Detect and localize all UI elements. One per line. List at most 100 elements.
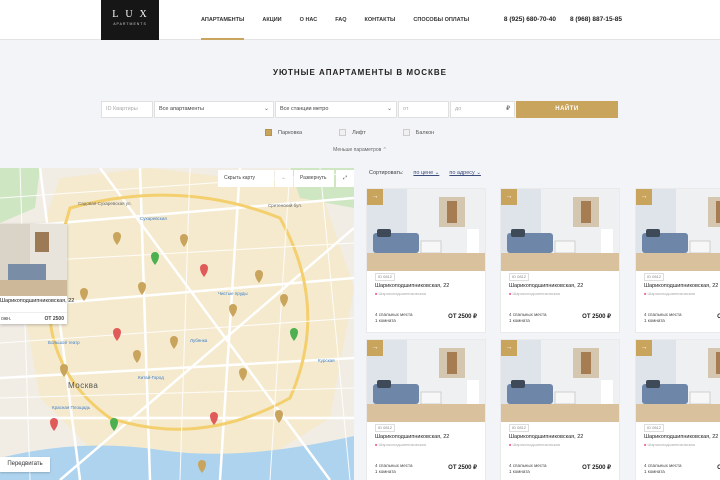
map-pins bbox=[50, 232, 298, 473]
apartment-photo[interactable]: → bbox=[501, 340, 619, 422]
phone-2[interactable]: 8 (968) 887-15-85 bbox=[570, 0, 622, 40]
expand-map-button[interactable]: Развернуть bbox=[294, 170, 334, 187]
apartment-capacity: 4 спальных места 1 комната bbox=[509, 312, 547, 324]
apartment-card[interactable]: → ID 0812 Шарикоподшипниковская, 22 Шари… bbox=[500, 339, 620, 480]
expand-icon[interactable]: ⤢ bbox=[336, 170, 354, 187]
price-to-placeholder: до bbox=[455, 106, 462, 112]
arrow-right-icon[interactable]: → bbox=[367, 340, 383, 356]
nav-promotions[interactable]: АКЦИИ bbox=[262, 0, 281, 40]
apartment-capacity: 4 спальных места 1 комната bbox=[644, 312, 682, 324]
apartment-card[interactable]: → ID 0812 Шарикоподшипниковская, 22 Шари… bbox=[500, 188, 620, 333]
currency-symbol: ₽ bbox=[506, 106, 510, 112]
arrow-right-icon[interactable]: → bbox=[367, 189, 383, 205]
sort-bar: Сортировать: по цене ⌄ по адресу ⌄ bbox=[369, 170, 481, 176]
apartment-id-input[interactable]: ID Квартиры bbox=[101, 101, 153, 118]
nav-faq[interactable]: FAQ bbox=[335, 0, 346, 40]
apartment-photo-image bbox=[367, 340, 485, 422]
hide-map-button[interactable]: Скрыть карту bbox=[218, 170, 274, 187]
apartment-price: ОТ 2500 ₽ bbox=[582, 314, 611, 320]
arrow-right-icon[interactable]: → bbox=[501, 189, 517, 205]
parking-checkbox[interactable] bbox=[265, 129, 272, 136]
phone-1[interactable]: 8 (925) 680-70-40 bbox=[504, 0, 556, 40]
apartment-title[interactable]: Шарикоподшипниковская, 22 bbox=[644, 283, 718, 289]
apartment-card[interactable]: → ID 0812 Шарикоподшипниковская, 22 Шари… bbox=[635, 339, 720, 480]
apartment-card[interactable]: → ID 0812 Шарикоподшипниковская, 22 Шари… bbox=[366, 339, 486, 480]
elevator-checkbox[interactable] bbox=[339, 129, 347, 136]
apartment-photo[interactable]: → bbox=[367, 189, 485, 271]
apartment-metro: Шарикоподшипниковская bbox=[375, 291, 426, 296]
apartment-rooms: 1 комната bbox=[644, 318, 665, 323]
apartment-id: ID 0812 bbox=[644, 273, 665, 281]
apartment-capacity: 4 спальных места 1 комната bbox=[375, 463, 413, 475]
apartment-photo[interactable]: → bbox=[636, 340, 720, 422]
nav-contacts[interactable]: КОНТАКТЫ bbox=[365, 0, 396, 40]
parking-label: Парковка bbox=[278, 129, 303, 136]
top-header: LUX APARTMENTS АПАРТАМЕНТЫ АКЦИИ О НАС F… bbox=[0, 0, 720, 40]
map[interactable]: Садовая-Сухаревская ул. Сухаревская Чист… bbox=[0, 168, 354, 480]
search-title: УЮТНЫЕ АПАРТАМЕНТЫ В МОСКВЕ bbox=[272, 68, 448, 77]
apartment-metro: Шарикоподшипниковская bbox=[509, 291, 560, 296]
apartment-metro: Шарикоподшипниковская bbox=[644, 291, 695, 296]
arrow-right-icon[interactable]: → bbox=[636, 340, 652, 356]
apartment-beds: 4 спальных места bbox=[375, 463, 413, 468]
metro-value: Все станции метро bbox=[280, 106, 329, 112]
apartment-card[interactable]: → ID 0812 Шарикоподшипниковская, 22 Шари… bbox=[366, 188, 486, 333]
apartment-metro: Шарикоподшипниковская bbox=[644, 442, 695, 447]
apartment-title[interactable]: Шарикоподшипниковская, 22 bbox=[375, 434, 449, 440]
filter-elevator[interactable]: Лифт bbox=[339, 129, 366, 136]
apartment-card[interactable]: → ID 0812 Шарикоподшипниковская, 22 Шари… bbox=[635, 188, 720, 333]
filter-checkboxes: Парковка Лифт Балкон bbox=[265, 129, 471, 136]
chevron-down-icon: ⌄ bbox=[386, 106, 392, 112]
logo[interactable]: LUX APARTMENTS bbox=[101, 0, 159, 40]
apartment-type-value: Все апартаменты bbox=[159, 106, 204, 112]
apartment-id: ID 0812 bbox=[644, 424, 665, 432]
price-from-input[interactable]: от bbox=[398, 101, 449, 118]
apartment-capacity: 4 спальных места 1 комната bbox=[644, 463, 682, 475]
filter-balcony[interactable]: Балкон bbox=[402, 129, 434, 136]
apartment-price: ОТ 2500 ₽ bbox=[448, 314, 477, 320]
apartment-photo[interactable]: → bbox=[501, 189, 619, 271]
arrow-left-icon[interactable]: ← bbox=[275, 170, 293, 187]
popup-price: ОТ 2500 bbox=[44, 316, 64, 322]
nav-apartments[interactable]: АПАРТАМЕНТЫ bbox=[201, 0, 245, 40]
apartment-photo[interactable]: → bbox=[636, 189, 720, 271]
map-popup[interactable]: Шарикоподшипниковская, 22 ожн. ОТ 2500 bbox=[0, 224, 74, 324]
apartment-type-select[interactable]: Все апартаменты ⌄ bbox=[154, 101, 274, 118]
search-button[interactable]: НАЙТИ bbox=[516, 101, 618, 118]
apartment-photo-image bbox=[501, 340, 619, 422]
apartment-rooms: 1 комната bbox=[375, 469, 396, 474]
sort-by-address[interactable]: по адресу ⌄ bbox=[449, 170, 481, 176]
nav-payment[interactable]: СПОСОБЫ ОПЛАТЫ bbox=[413, 0, 469, 40]
sort-label: Сортировать: bbox=[369, 170, 404, 176]
apartment-title[interactable]: Шарикоподшипниковская, 22 bbox=[509, 283, 583, 289]
apartment-title[interactable]: Шарикоподшипниковская, 22 bbox=[375, 283, 449, 289]
apartment-capacity: 4 спальных места 1 комната bbox=[375, 312, 413, 324]
apartment-id: ID 0812 bbox=[375, 273, 396, 281]
filter-parking[interactable]: Парковка bbox=[265, 129, 302, 136]
sort-by-price[interactable]: по цене ⌄ bbox=[413, 170, 439, 176]
map-drag-button[interactable]: Передвигать bbox=[0, 457, 50, 472]
apartment-beds: 4 спальных места bbox=[644, 312, 682, 317]
less-params-link[interactable]: Меньше параметров ⌃ bbox=[0, 147, 720, 153]
nav-about[interactable]: О НАС bbox=[300, 0, 318, 40]
apartment-price: ОТ 2500 ₽ bbox=[582, 465, 611, 471]
main-nav: АПАРТАМЕНТЫ АКЦИИ О НАС FAQ КОНТАКТЫ СПО… bbox=[201, 0, 487, 40]
popup-photo bbox=[0, 224, 67, 296]
apartment-price: ОТ 2500 ₽ bbox=[448, 465, 477, 471]
logo-main: LUX bbox=[112, 9, 154, 20]
apartment-beds: 4 спальных места bbox=[644, 463, 682, 468]
balcony-checkbox[interactable] bbox=[402, 129, 410, 136]
apartment-photo[interactable]: → bbox=[367, 340, 485, 422]
apartment-rooms: 1 комната bbox=[375, 318, 396, 323]
apartment-title[interactable]: Шарикоподшипниковская, 22 bbox=[644, 434, 718, 440]
phones: 8 (925) 680-70-40 8 (968) 887-15-85 bbox=[490, 0, 622, 40]
apartment-rooms: 1 комната bbox=[644, 469, 665, 474]
arrow-right-icon[interactable]: → bbox=[636, 189, 652, 205]
metro-select[interactable]: Все станции метро ⌄ bbox=[275, 101, 397, 118]
apartment-title[interactable]: Шарикоподшипниковская, 22 bbox=[509, 434, 583, 440]
popup-title: Шарикоподшипниковская, 22 bbox=[0, 298, 75, 304]
chevron-down-icon: ⌄ bbox=[263, 106, 269, 112]
apartment-capacity: 4 спальных места 1 комната bbox=[509, 463, 547, 475]
price-to-input[interactable]: до ₽ bbox=[450, 101, 515, 118]
arrow-right-icon[interactable]: → bbox=[501, 340, 517, 356]
